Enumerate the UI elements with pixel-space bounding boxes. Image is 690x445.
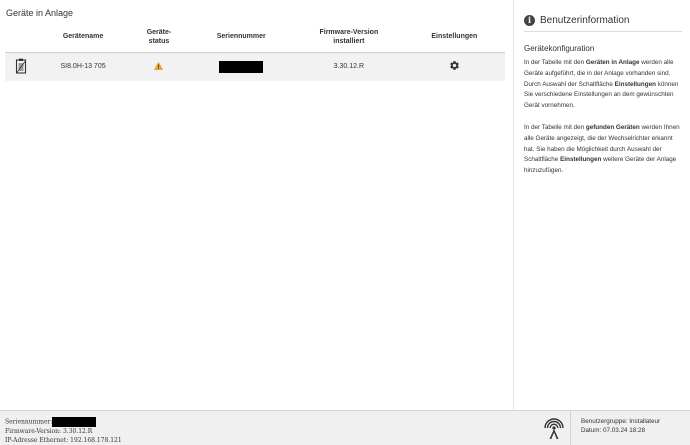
- footer-firmware: Firmware-Version: 3.30.12.R: [5, 428, 93, 435]
- user-info-title: Benutzerinformation: [540, 15, 630, 26]
- gear-icon[interactable]: [449, 60, 460, 71]
- antenna-icon: [544, 418, 564, 439]
- user-info-text: In der Tabelle mit den Geräten in Anlage…: [524, 58, 684, 177]
- header-device-status: Geräte-status: [129, 22, 189, 53]
- redacted-serial: [219, 60, 264, 73]
- firmware-cell: 3.30.12.R: [294, 52, 404, 81]
- user-info-header: i Benutzerinformation: [524, 10, 682, 32]
- footer-date: Datum: 07.03.24 18:28: [581, 427, 646, 434]
- device-status-cell: [129, 52, 189, 81]
- settings-cell: [403, 52, 505, 81]
- footer-ip: IP-Adresse Ethernet: 192.168.178.121: [5, 437, 122, 444]
- table-header-row: Gerätename Geräte-status Seriennummer Fi…: [5, 22, 505, 53]
- header-icon: [5, 22, 37, 53]
- serial-number-cell: [188, 52, 294, 81]
- info-paragraph-devices: In der Tabelle mit den Geräten in Anlage…: [524, 59, 674, 77]
- footer-session-info: Benutzergruppe: Installateur Datum: 07.0…: [581, 417, 660, 435]
- section-title: Geräte in Anlage: [6, 8, 74, 18]
- main-content: Geräte in Anlage Gerätename Geräte-statu…: [0, 0, 513, 410]
- header-serial-number: Seriennummer: [188, 22, 294, 53]
- inverter-device-icon: [15, 58, 26, 74]
- user-info-subtitle: Gerätekonfiguration: [524, 44, 595, 53]
- device-name-cell: SI8.0H-13 705: [36, 52, 130, 81]
- header-device-name: Gerätename: [36, 22, 130, 53]
- devices-table: Gerätename Geräte-status Seriennummer Fi…: [5, 22, 505, 81]
- redacted-serial: [52, 417, 97, 427]
- info-icon: i: [524, 15, 535, 26]
- footer-user-group: Benutzergruppe: Installateur: [581, 418, 661, 425]
- info-paragraph-found-devices: In der Tabelle mit den gefunden Geräten …: [524, 123, 680, 175]
- header-firmware: Firmware-Version installiert: [294, 22, 404, 53]
- header-settings: Einstellungen: [403, 22, 505, 53]
- info-paragraph-settings: Durch Auswahl der Schaltfläche Einstellu…: [524, 80, 679, 110]
- device-type-cell: [5, 52, 37, 81]
- user-info-panel: i Benutzerinformation Gerätekonfiguratio…: [513, 0, 690, 410]
- table-row: SI8.0H-13 705 3.30.12.R: [5, 52, 505, 81]
- footer-device-info: Seriennummer: Firmware-Version: 3.30.12.…: [5, 417, 122, 445]
- status-footer: Seriennummer: Firmware-Version: 3.30.12.…: [0, 410, 690, 445]
- footer-serial: Seriennummer:: [5, 417, 122, 427]
- warning-icon: [154, 61, 164, 70]
